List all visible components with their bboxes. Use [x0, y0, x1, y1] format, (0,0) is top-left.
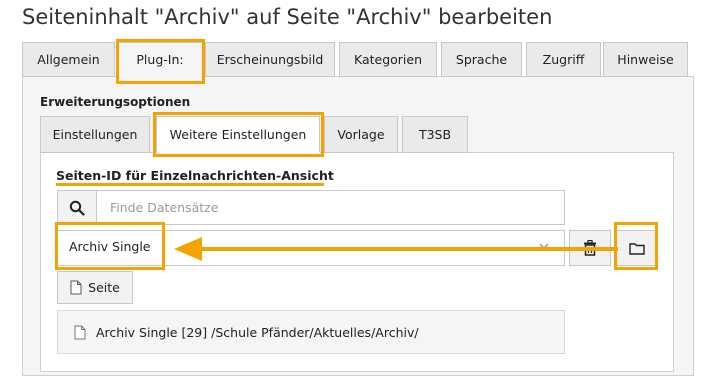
tab-zugriff[interactable]: Zugriff: [526, 42, 601, 77]
selected-value: Archiv Single: [69, 239, 151, 254]
tab-sprache[interactable]: Sprache: [441, 42, 522, 77]
record-item[interactable]: Archiv Single [29] /Schule Pfänder/Aktue…: [57, 310, 565, 354]
tab-plugin[interactable]: Plug-In:: [117, 42, 203, 77]
field-label-underline: [56, 183, 324, 186]
tab-kategorien[interactable]: Kategorien: [339, 42, 437, 77]
page-icon: [74, 325, 86, 339]
page-button-label: Seite: [88, 280, 120, 295]
subtab-t3sb[interactable]: T3SB: [402, 116, 468, 153]
record-uid: [29]: [181, 324, 208, 340]
record-title: Archiv Single: [96, 324, 178, 340]
subtab-weitere-einstellungen[interactable]: Weitere Einstellungen: [156, 116, 320, 153]
subtab-einstellungen[interactable]: Einstellungen: [40, 116, 150, 153]
search-icon: [69, 200, 85, 216]
section-heading: Erweiterungsoptionen: [40, 95, 191, 109]
page-icon: [70, 280, 82, 295]
subtab-vorlage[interactable]: Vorlage: [324, 116, 398, 153]
tab-allgemein[interactable]: Allgemein: [22, 42, 115, 77]
tab-hinweise[interactable]: Hinweise: [603, 42, 688, 77]
page-title: Seiteninhalt "Archiv" auf Seite "Archiv"…: [22, 5, 553, 29]
record-path: /Schule Pfänder/Aktuelles/Archiv/: [211, 324, 419, 340]
folder-icon: [629, 242, 645, 255]
field-label: Seiten-ID für Einzelnachrichten-Ansicht: [56, 168, 334, 183]
arrow-annotation: [174, 237, 618, 261]
tab-erscheinungsbild[interactable]: Erscheinungsbild: [205, 42, 335, 77]
add-page-button[interactable]: Seite: [57, 271, 133, 304]
search-button[interactable]: [57, 190, 97, 225]
search-input[interactable]: Finde Datensätze: [96, 190, 565, 225]
